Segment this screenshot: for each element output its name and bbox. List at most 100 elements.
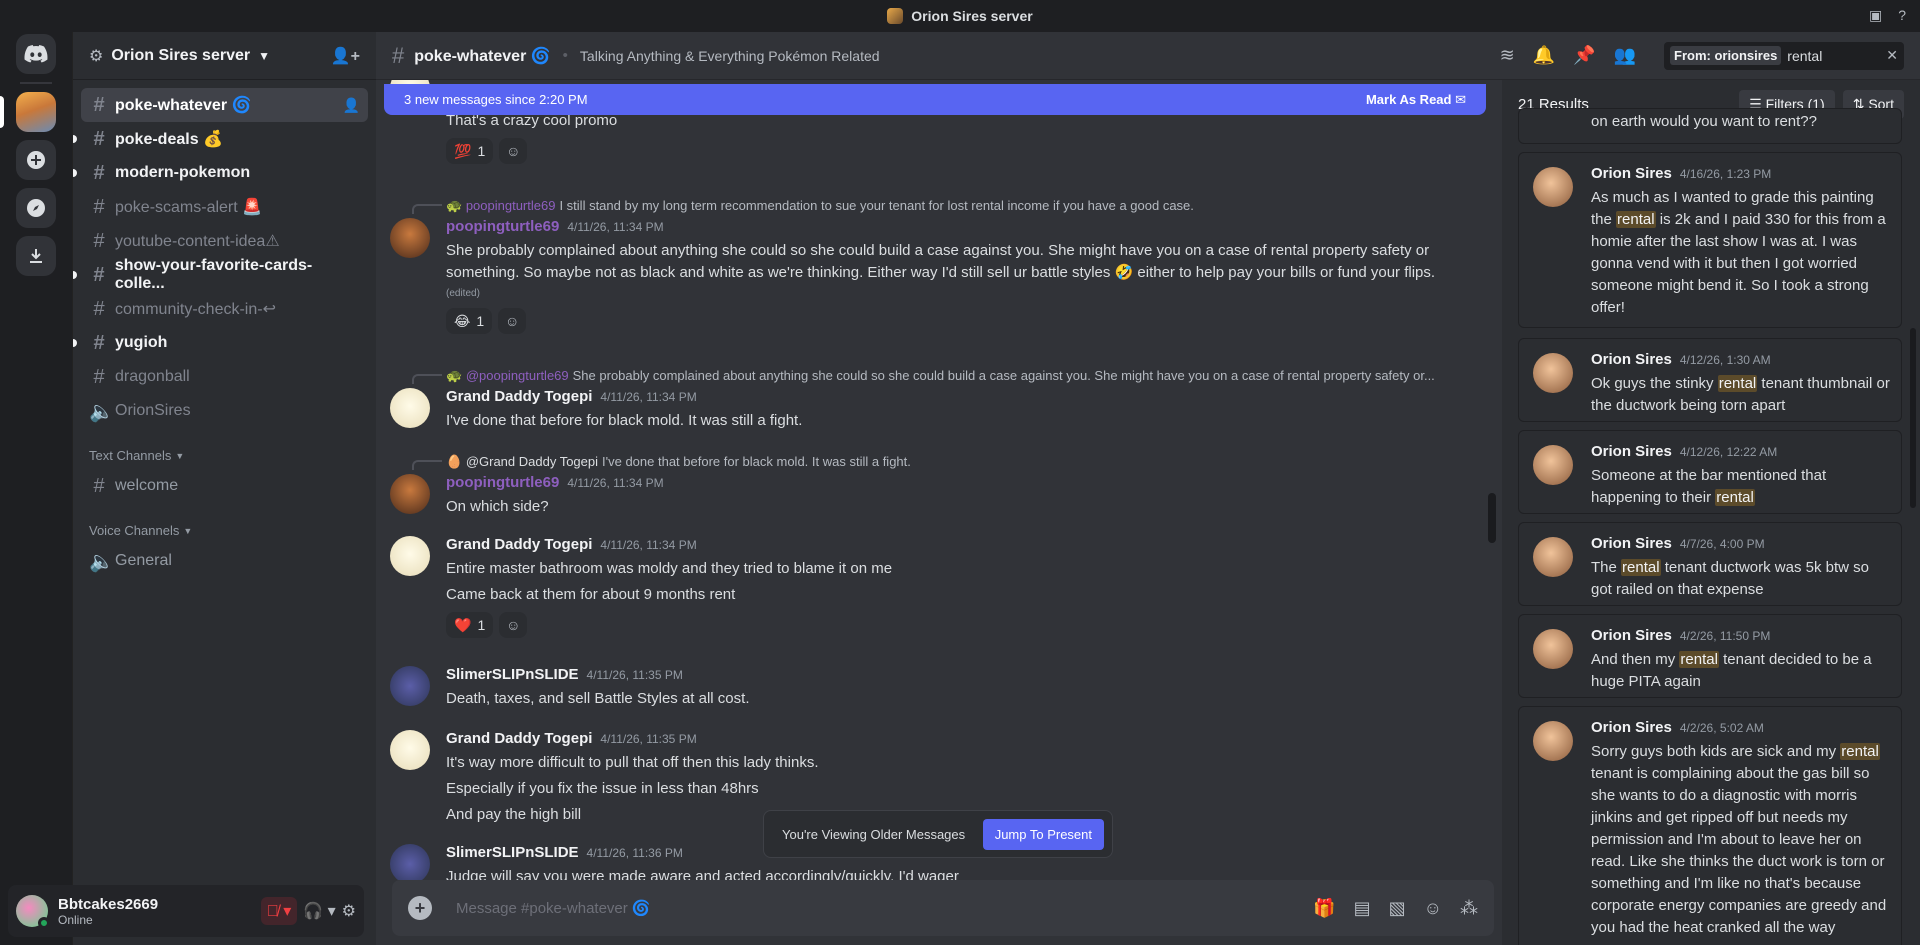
result-author[interactable]: Orion Sires bbox=[1591, 535, 1672, 552]
close-icon[interactable]: ✕ bbox=[1886, 47, 1898, 64]
server-header[interactable]: ⚙ Orion Sires server ▼ 👤+ bbox=[73, 32, 376, 80]
new-messages-bar[interactable]: 3 new messages since 2:20 PM Mark As Rea… bbox=[384, 84, 1486, 115]
avatar[interactable] bbox=[16, 895, 50, 929]
message-author[interactable]: poopingturtle69 bbox=[446, 218, 559, 235]
search-result-card[interactable]: Orion Sires 4/12/26, 1:30 AM Ok guys the … bbox=[1518, 338, 1902, 422]
jump-to-present-button[interactable]: Jump To Present bbox=[982, 818, 1104, 850]
channel-item[interactable]: # youtube-content-idea⚠ bbox=[81, 224, 368, 258]
avatar[interactable] bbox=[1533, 721, 1573, 761]
invite-people-icon[interactable]: 👤+ bbox=[331, 46, 360, 66]
upload-plus-icon[interactable]: + bbox=[408, 896, 432, 920]
search-result-card[interactable]: Orion Sires 4/2/26, 5:02 AM Sorry guys bo… bbox=[1518, 706, 1902, 945]
reaction[interactable]: 💯 1 bbox=[446, 138, 494, 164]
server-orion-sires[interactable] bbox=[0, 92, 56, 132]
voice-channel-item[interactable]: 🔈 General bbox=[81, 544, 368, 578]
help-icon[interactable]: ? bbox=[1898, 7, 1906, 24]
bell-icon[interactable]: 🔔 bbox=[1533, 45, 1555, 66]
message-author[interactable]: SlimerSLIPnSLIDE bbox=[446, 844, 579, 861]
category-text-channels[interactable]: Text Channels ▼ bbox=[81, 428, 368, 469]
hash-icon: # bbox=[392, 42, 405, 68]
apps-icon[interactable]: ⁂ bbox=[1460, 898, 1478, 919]
avatar[interactable] bbox=[390, 844, 430, 880]
reply-preview[interactable]: 🐢 @poopingturtle69 She probably complaine… bbox=[446, 368, 1476, 384]
channel-name: welcome bbox=[115, 477, 179, 494]
chat-scrollbar[interactable] bbox=[1488, 493, 1496, 543]
message-input[interactable]: Message #poke-whatever 🌀 bbox=[456, 899, 651, 917]
message-timestamp: 4/11/26, 11:34 PM bbox=[600, 390, 697, 404]
channel-item[interactable]: # poke-whatever 🌀 👤 bbox=[81, 88, 368, 122]
gif-icon[interactable]: ▤ bbox=[1354, 898, 1371, 919]
avatar[interactable] bbox=[1533, 629, 1573, 669]
add-server-icon[interactable] bbox=[16, 140, 56, 180]
avatar[interactable] bbox=[390, 388, 430, 428]
avatar[interactable] bbox=[1533, 537, 1573, 577]
search-result-card[interactable]: Orion Sires 4/2/26, 11:50 PM And then my … bbox=[1518, 614, 1902, 698]
message-author[interactable]: poopingturtle69 bbox=[446, 474, 559, 491]
reply-preview[interactable]: 🥚 @Grand Daddy Togepi I've done that befo… bbox=[446, 454, 1476, 470]
message-author[interactable]: Grand Daddy Togepi bbox=[446, 388, 592, 405]
channel-item[interactable]: # community-check-in-↩ bbox=[81, 292, 368, 326]
category-voice-channels[interactable]: Voice Channels ▼ bbox=[81, 503, 368, 544]
avatar[interactable] bbox=[390, 666, 430, 706]
sticker-icon[interactable]: ▧ bbox=[1389, 898, 1406, 919]
avatar[interactable] bbox=[390, 730, 430, 770]
message-author[interactable]: Grand Daddy Togepi bbox=[446, 730, 592, 747]
pin-icon[interactable]: 📌 bbox=[1573, 45, 1595, 66]
channel-item[interactable]: # welcome bbox=[81, 469, 368, 503]
search-input[interactable]: From: orionsires rental ✕ bbox=[1664, 41, 1904, 70]
username[interactable]: Bbtcakes2669 bbox=[58, 896, 158, 913]
threads-icon[interactable]: ≋ bbox=[1500, 45, 1515, 66]
emoji-icon[interactable]: ☺ bbox=[1424, 898, 1442, 919]
avatar[interactable] bbox=[390, 536, 430, 576]
reaction[interactable]: 😂 1 bbox=[446, 308, 493, 334]
search-result-card[interactable]: Orion Sires 4/7/26, 4:00 PM The rental te… bbox=[1518, 522, 1902, 606]
message-composer[interactable]: + Message #poke-whatever 🌀 🎁 ▤ ▧ ☺ ⁂ bbox=[392, 880, 1494, 936]
add-reaction-icon[interactable]: ☺ bbox=[499, 612, 528, 638]
avatar[interactable] bbox=[1533, 167, 1573, 207]
search-result-card[interactable]: Orion Sires 4/16/26, 1:23 PM As much as I… bbox=[1518, 152, 1902, 328]
search-result-card[interactable]: on earth would you want to rent?? bbox=[1518, 108, 1902, 144]
discover-icon[interactable] bbox=[16, 188, 56, 228]
result-author[interactable]: Orion Sires bbox=[1591, 627, 1672, 644]
gift-icon[interactable]: 🎁 bbox=[1313, 898, 1335, 919]
channel-item[interactable]: # yugioh bbox=[73, 326, 368, 360]
channel-name: youtube-content-idea⚠ bbox=[115, 233, 280, 250]
add-reaction-icon[interactable]: ☺ bbox=[498, 308, 527, 334]
result-author[interactable]: Orion Sires bbox=[1591, 351, 1672, 368]
headphones-icon[interactable]: 🎧 ▾ bbox=[303, 901, 335, 921]
avatar[interactable] bbox=[390, 218, 430, 258]
reply-preview[interactable]: 🐢 poopingturtle69 I still stand by my lon… bbox=[446, 198, 1476, 214]
download-icon[interactable] bbox=[16, 236, 56, 276]
search-result-card[interactable]: Orion Sires 4/12/26, 12:22 AM Someone at … bbox=[1518, 430, 1902, 514]
channel-topic[interactable]: Talking Anything & Everything Pokémon Re… bbox=[580, 48, 880, 64]
members-icon[interactable]: 👥 bbox=[1614, 45, 1636, 66]
avatar[interactable] bbox=[1533, 353, 1573, 393]
message-list[interactable]: That's a crazy cool promo 💯 1 ☺ 🐢 pooping… bbox=[376, 80, 1502, 880]
mark-as-read-button[interactable]: Mark As Read ✉ bbox=[1366, 92, 1466, 108]
channel-item[interactable]: # poke-scams-alert 🚨 bbox=[81, 190, 368, 224]
avatar[interactable] bbox=[1533, 445, 1573, 485]
channel-item[interactable]: 🔈 OrionSires bbox=[81, 394, 368, 428]
channel-item[interactable]: # modern-pokemon bbox=[73, 156, 368, 190]
gear-icon[interactable]: ⚙ bbox=[342, 901, 356, 921]
add-reaction-icon[interactable]: ☺ bbox=[499, 138, 528, 164]
discord-home-icon[interactable] bbox=[16, 34, 56, 74]
results-scrollbar[interactable] bbox=[1910, 328, 1916, 508]
message-author[interactable]: SlimerSLIPnSLIDE bbox=[446, 666, 579, 683]
user-panel: Bbtcakes2669 Online 🎙̸ ▾ 🎧 ▾ ⚙ bbox=[8, 885, 364, 937]
avatar[interactable] bbox=[390, 474, 430, 514]
result-author[interactable]: Orion Sires bbox=[1591, 443, 1672, 460]
message-author[interactable]: Grand Daddy Togepi bbox=[446, 536, 592, 553]
inbox-icon[interactable]: ▣ bbox=[1869, 7, 1882, 24]
hash-icon: # bbox=[93, 297, 105, 320]
chevron-down-icon: ▼ bbox=[258, 48, 270, 63]
channel-item[interactable]: # poke-deals 💰 bbox=[73, 122, 368, 156]
reaction[interactable]: ❤️ 1 bbox=[446, 612, 494, 638]
channel-item[interactable]: # dragonball bbox=[81, 360, 368, 394]
result-author[interactable]: Orion Sires bbox=[1591, 719, 1672, 736]
invite-icon[interactable]: 👤 bbox=[343, 97, 360, 114]
result-author[interactable]: Orion Sires bbox=[1591, 165, 1672, 182]
search-filter-chip[interactable]: From: orionsires bbox=[1670, 46, 1782, 65]
channel-item[interactable]: # show-your-favorite-cards-colle... bbox=[73, 257, 368, 292]
mute-mic-icon[interactable]: 🎙̸ ▾ bbox=[260, 897, 298, 925]
